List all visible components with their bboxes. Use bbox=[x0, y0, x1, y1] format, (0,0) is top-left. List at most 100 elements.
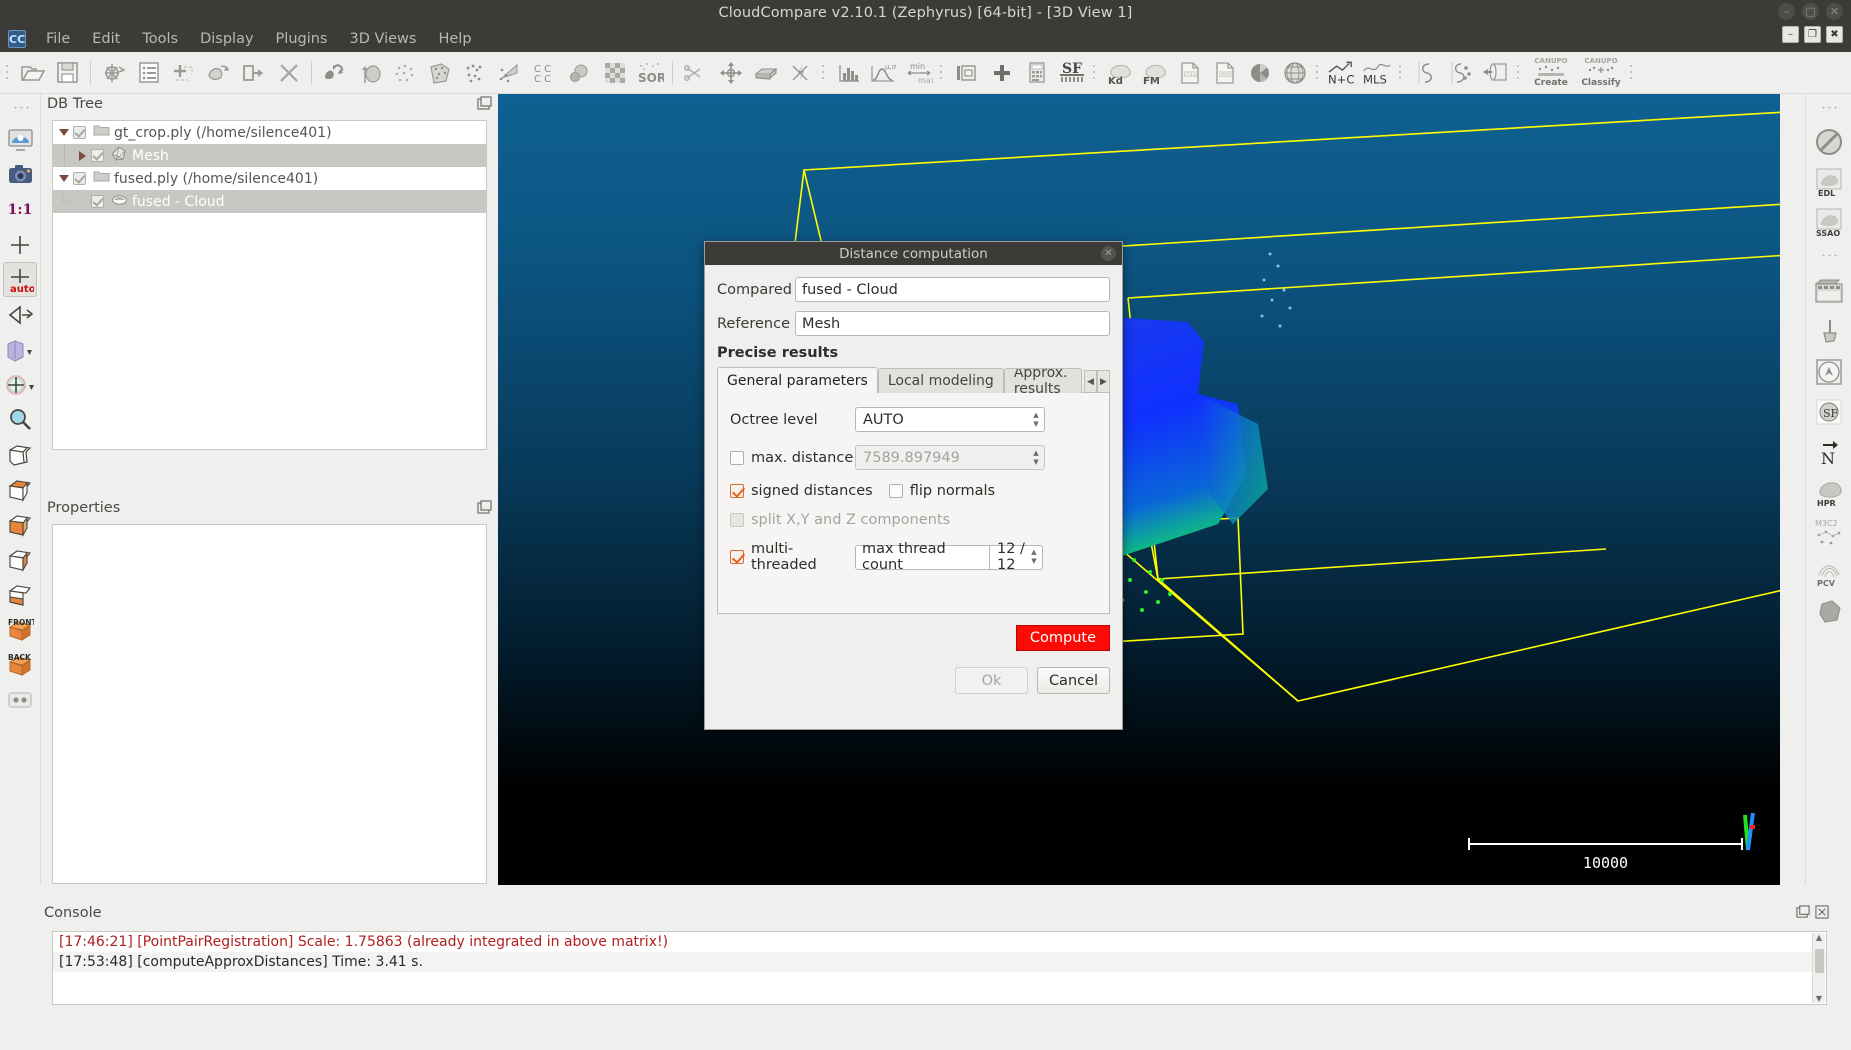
save-icon[interactable] bbox=[51, 56, 84, 89]
view-right-icon[interactable] bbox=[3, 577, 37, 612]
tab-prev-button[interactable]: ◀ bbox=[1084, 370, 1097, 393]
object-color-icon[interactable] bbox=[3, 332, 37, 367]
close-icon[interactable]: ✕ bbox=[1101, 246, 1116, 261]
signed-distances-group[interactable]: signed distances bbox=[730, 483, 873, 499]
zoom-one-to-one-icon[interactable]: 1:1 bbox=[3, 192, 37, 227]
visibility-checkbox[interactable] bbox=[91, 149, 104, 162]
visibility-checkbox[interactable] bbox=[73, 126, 86, 139]
thread-count-field[interactable]: 12 / 12 ▲ ▼ bbox=[989, 541, 1043, 573]
toolbar-grip-7[interactable] bbox=[1516, 61, 1523, 84]
tree-item-fused-ply[interactable]: fused.ply (/home/silence401) bbox=[53, 167, 486, 190]
kd-tree-icon[interactable]: Kd bbox=[1103, 56, 1136, 89]
multi-threaded-group[interactable]: multi-threaded bbox=[730, 541, 855, 573]
right-toolbar-grip-2[interactable] bbox=[1817, 253, 1840, 261]
menu-item-3d-views[interactable]: 3D Views bbox=[339, 28, 428, 50]
console-scrollbar[interactable]: ▲ ▼ bbox=[1812, 933, 1825, 1003]
doc-minimize-button[interactable]: – bbox=[1782, 26, 1799, 43]
calculator-icon[interactable] bbox=[1020, 56, 1053, 89]
expander-mesh[interactable] bbox=[73, 144, 91, 167]
3d-viewport[interactable]: + 10000 bbox=[498, 94, 1780, 885]
properties-float-icon[interactable] bbox=[477, 500, 492, 515]
trash-sf-icon[interactable] bbox=[950, 56, 983, 89]
toolbar-grip-6[interactable] bbox=[1398, 61, 1405, 84]
unroll-icon[interactable] bbox=[1479, 56, 1512, 89]
segment-icon[interactable] bbox=[318, 56, 351, 89]
ssao-shader-icon[interactable]: SSAO bbox=[1810, 202, 1848, 242]
db-tree-float-icon[interactable] bbox=[477, 96, 492, 111]
open-file-icon[interactable] bbox=[16, 56, 49, 89]
properties-panel[interactable] bbox=[52, 524, 487, 884]
scrollbar-thumb[interactable] bbox=[1815, 949, 1824, 973]
max-distance-field[interactable]: 7589.897949 ▲ ▼ bbox=[855, 445, 1045, 470]
clone-icon[interactable] bbox=[97, 56, 130, 89]
view-bottom-icon[interactable] bbox=[3, 507, 37, 542]
max-distance-checkbox[interactable] bbox=[730, 450, 744, 465]
broom-clean-icon[interactable] bbox=[1810, 312, 1848, 352]
view-top-icon[interactable] bbox=[3, 472, 37, 507]
visibility-checkbox[interactable] bbox=[73, 172, 86, 185]
menu-item-edit[interactable]: Edit bbox=[81, 28, 131, 50]
octree-level-combo[interactable]: AUTO ▲ ▼ bbox=[855, 407, 1045, 432]
pcv-icon[interactable]: PCV bbox=[1810, 552, 1848, 592]
stereo-mode-icon[interactable] bbox=[3, 682, 37, 717]
doc-restore-button[interactable]: ❐ bbox=[1804, 26, 1821, 43]
properties-list-icon[interactable] bbox=[132, 56, 165, 89]
tree-item-mesh[interactable]: Mesh bbox=[53, 144, 486, 167]
view-back-icon[interactable]: BACK bbox=[3, 647, 37, 682]
globe-icon[interactable] bbox=[1278, 56, 1311, 89]
view-front-icon[interactable]: FRONT bbox=[3, 612, 37, 647]
menu-item-file[interactable]: File bbox=[35, 28, 81, 50]
merge-icon[interactable] bbox=[167, 56, 200, 89]
histogram-icon[interactable] bbox=[832, 56, 865, 89]
distance-computation-dialog[interactable]: Distance computation ✕ Compared fused - … bbox=[704, 241, 1123, 730]
canupo-classify-icon[interactable]: CANUPO Classify bbox=[1577, 56, 1625, 89]
view-mode-icon[interactable] bbox=[3, 297, 37, 332]
thread-count-spin-buttons[interactable]: ▲ ▼ bbox=[1027, 547, 1041, 568]
minimize-button[interactable]: – bbox=[1778, 3, 1795, 20]
normal-direction-icon[interactable]: N bbox=[1810, 432, 1848, 472]
spin-up-icon[interactable]: ▲ bbox=[1031, 548, 1036, 557]
doc-close-button[interactable]: ✖ bbox=[1826, 26, 1843, 43]
menu-item-display[interactable]: Display bbox=[189, 28, 264, 50]
roughness-icon[interactable] bbox=[563, 56, 596, 89]
checkerboard-icon[interactable] bbox=[598, 56, 631, 89]
camera-snapshot-icon[interactable] bbox=[3, 157, 37, 192]
expander-gt-crop[interactable] bbox=[55, 121, 73, 144]
no-filter-icon[interactable] bbox=[1810, 122, 1848, 162]
hpr-icon[interactable]: HPR bbox=[1810, 472, 1848, 512]
sor-filter-icon[interactable]: SOR bbox=[633, 56, 666, 89]
tab-approx-results[interactable]: Approx. results bbox=[1003, 368, 1082, 393]
animation-icon[interactable] bbox=[1810, 272, 1848, 312]
cancel-button[interactable]: Cancel bbox=[1037, 667, 1110, 694]
right-toolbar-grip[interactable] bbox=[1817, 105, 1840, 113]
max-distance-spin-buttons[interactable]: ▲ ▼ bbox=[1029, 447, 1043, 468]
octree-spin-buttons[interactable]: ▲ ▼ bbox=[1029, 409, 1043, 430]
compared-input[interactable]: fused - Cloud bbox=[795, 277, 1110, 302]
full-screen-display-icon[interactable] bbox=[3, 122, 37, 157]
csv-export-icon[interactable]: CSV bbox=[1208, 56, 1241, 89]
tree-item-gt-crop[interactable]: gt_crop.ply (/home/silence401) bbox=[53, 121, 486, 144]
translate-rotate-icon[interactable] bbox=[714, 56, 747, 89]
menu-item-tools[interactable]: Tools bbox=[131, 28, 189, 50]
sf-gradient-icon[interactable]: SF bbox=[1810, 392, 1848, 432]
view-left-icon[interactable] bbox=[3, 542, 37, 577]
edl-shader-icon[interactable]: EDL bbox=[1810, 162, 1848, 202]
max-distance-checkbox-group[interactable]: max. distance bbox=[730, 450, 855, 466]
ok-button[interactable]: Ok bbox=[955, 667, 1028, 694]
spin-down-icon[interactable]: ▼ bbox=[1031, 557, 1036, 566]
maximize-button[interactable]: □ bbox=[1802, 3, 1819, 20]
mesh-icon[interactable] bbox=[423, 56, 456, 89]
toolbar-grip-5[interactable] bbox=[1315, 61, 1322, 84]
console-float-icon[interactable] bbox=[1796, 905, 1810, 922]
menu-item-plugins[interactable]: Plugins bbox=[265, 28, 339, 50]
cc-label-icon[interactable]: C CC C bbox=[528, 56, 561, 89]
mls-icon[interactable]: MLS bbox=[1361, 56, 1394, 89]
scissors-icon[interactable] bbox=[679, 56, 712, 89]
plus-icon[interactable] bbox=[985, 56, 1018, 89]
m3c2-icon[interactable]: M3C2 bbox=[1810, 512, 1848, 552]
toolbar-grip-4[interactable] bbox=[1092, 61, 1099, 84]
delete-entity-icon[interactable] bbox=[237, 56, 270, 89]
console-panel[interactable]: [17:46:21] [PointPairRegistration] Scale… bbox=[52, 931, 1827, 1005]
auto-pivot-icon[interactable]: auto bbox=[3, 262, 37, 297]
close-cross-icon[interactable] bbox=[272, 56, 305, 89]
